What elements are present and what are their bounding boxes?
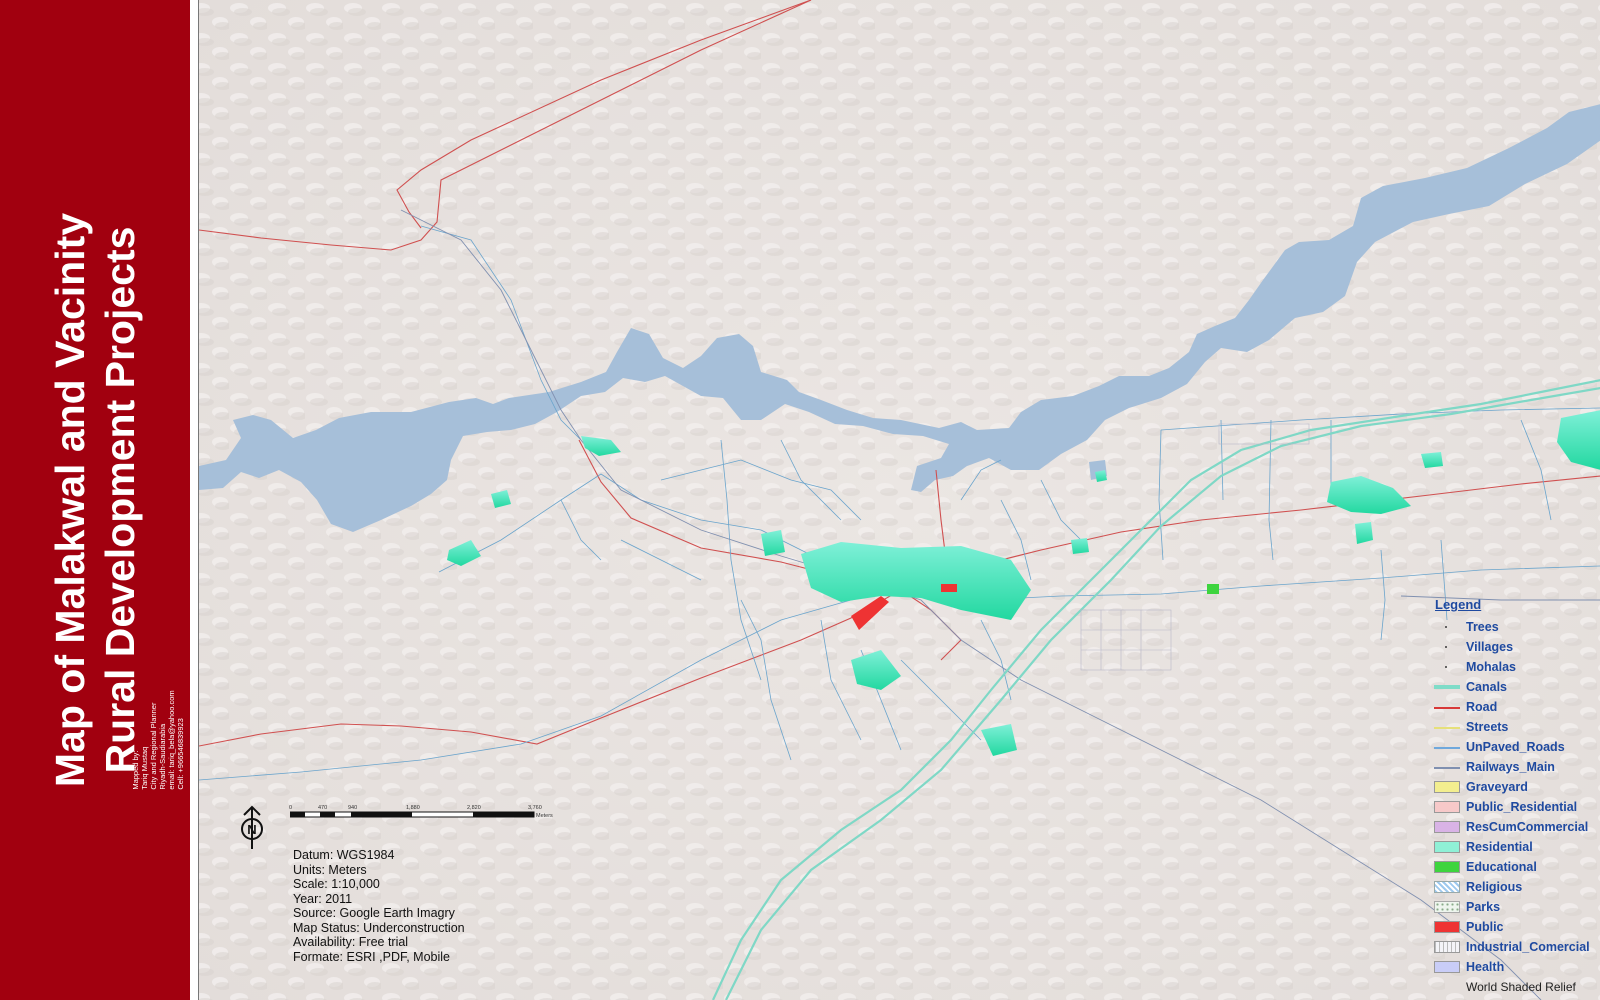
legend-item-streets: Streets xyxy=(1434,717,1600,737)
legend-item-unpaved-roads: UnPaved_Roads xyxy=(1434,737,1600,757)
legend-label: Religious xyxy=(1466,880,1523,894)
legend-item-trees: Trees xyxy=(1434,617,1600,637)
mapper-line: Riyadh-Saudiarabia xyxy=(158,723,167,790)
legend-fill-icon xyxy=(1434,861,1460,873)
info-format: Formate: ESRI ,PDF, Mobile xyxy=(293,949,450,964)
legend-line-icon xyxy=(1434,741,1460,753)
scale-tick-label: 470 xyxy=(318,805,328,811)
mapper-credits: Mapped by: Tariq Mustaq City and Regiona… xyxy=(131,690,185,789)
legend-item-industrial-comercial: Industrial_Comercial xyxy=(1434,937,1600,957)
public-patch xyxy=(941,584,957,592)
legend-label: Industrial_Comercial xyxy=(1466,940,1590,954)
svg-text:N: N xyxy=(247,822,256,837)
north-arrow-icon: N xyxy=(241,805,263,849)
legend-dotted-fill-icon xyxy=(1434,901,1460,913)
residential-patch xyxy=(1071,538,1089,554)
legend-fill-icon xyxy=(1434,921,1460,933)
legend-label: Canals xyxy=(1466,680,1507,694)
mapper-line: Cell: +966546839923 xyxy=(176,718,185,790)
mapper-line: Mapped by: xyxy=(131,750,140,790)
legend-item-mohalas: Mohalas xyxy=(1434,657,1600,677)
legend-item-villages: Villages xyxy=(1434,637,1600,657)
legend-label: Public_Residential xyxy=(1466,800,1578,814)
legend-label: Health xyxy=(1466,960,1505,974)
legend-label: UnPaved_Roads xyxy=(1466,740,1565,754)
panel-divider xyxy=(190,0,198,1000)
legend-label: Road xyxy=(1466,700,1498,714)
legend-item-public: Public xyxy=(1434,917,1600,937)
info-status: Map Status: Underconstruction xyxy=(293,920,465,935)
legend-item-residential: Residential xyxy=(1434,837,1600,857)
relief-icon xyxy=(1434,981,1460,993)
legend-label: Villages xyxy=(1466,640,1514,654)
legend-label: Graveyard xyxy=(1466,780,1528,794)
legend-item-graveyard: Graveyard xyxy=(1434,777,1600,797)
legend-dot-icon xyxy=(1434,621,1460,633)
map-title: Map of Malakwal and Vacinity Rural Devel… xyxy=(45,180,145,820)
mapper-line: Tariq Mustaq xyxy=(140,746,149,790)
legend-fill-icon xyxy=(1434,781,1460,793)
legend-fill-icon xyxy=(1434,821,1460,833)
legend-item-health: Health xyxy=(1434,957,1600,977)
info-availability: Availability: Free trial xyxy=(293,935,409,949)
legend-item-canals: Canals xyxy=(1434,677,1600,697)
info-datum: Datum: WGS1984 xyxy=(293,848,395,862)
info-source: Source: Google Earth Imagry xyxy=(293,906,455,920)
info-year: Year: 2011 xyxy=(293,891,353,906)
legend-label: Railways_Main xyxy=(1466,760,1555,774)
residential-patch xyxy=(1095,470,1107,482)
legend-line-icon xyxy=(1434,761,1460,773)
scale-tick-label: 3,760 xyxy=(528,805,542,811)
legend-label: Mohalas xyxy=(1466,660,1517,674)
scale-tick-label: 2,820 xyxy=(467,805,481,811)
scale-unit-label: Meters xyxy=(536,813,553,819)
legend-label: ResCumCommercial xyxy=(1466,820,1589,834)
map-legend: Legend Trees Villages Mohalas Canals Road Str… xyxy=(1434,597,1600,997)
legend-item-railways-main: Railways_Main xyxy=(1434,757,1600,777)
title-panel: Map of Malakwal and Vacinity Rural Devel… xyxy=(0,0,190,1000)
scale-bar-labels: 0 470 940 1,880 2,820 3,760 Meters xyxy=(289,805,570,823)
legend-label: Streets xyxy=(1466,720,1509,734)
educational-patch xyxy=(1207,584,1219,594)
legend-item-parks: Parks xyxy=(1434,897,1600,917)
info-scale: Scale: 1:10,000 xyxy=(293,877,380,891)
legend-thick-line-icon xyxy=(1434,681,1460,693)
info-units: Units: Meters xyxy=(293,862,367,877)
legend-fill-icon xyxy=(1434,801,1460,813)
map-title-line-1: Map of Malakwal and Vacinity xyxy=(47,212,93,788)
legend-fill-icon xyxy=(1434,841,1460,853)
legend-item-public-residential: Public_Residential xyxy=(1434,797,1600,817)
mapper-line: email: tariq_bela@yahoo.com xyxy=(167,690,176,790)
legend-item-road: Road xyxy=(1434,697,1600,717)
legend-label: Parks xyxy=(1466,900,1501,914)
legend-item-religious: Religious xyxy=(1434,877,1600,897)
scale-tick-label: 1,880 xyxy=(406,805,420,811)
legend-label: Trees xyxy=(1466,620,1499,634)
legend-relief-label: World Shaded Relief xyxy=(1466,980,1576,994)
legend-label: Educational xyxy=(1466,860,1537,874)
map-info-block: Datum: WGS1984 Units: Meters Scale: 1:10… xyxy=(293,848,465,964)
legend-dot-icon xyxy=(1434,641,1460,653)
scale-tick-label: 940 xyxy=(348,805,358,811)
residential-patch xyxy=(761,530,785,556)
legend-line-icon xyxy=(1434,701,1460,713)
legend-line-icon xyxy=(1434,721,1460,733)
educational-layer xyxy=(1207,584,1219,594)
legend-item-educational: Educational xyxy=(1434,857,1600,877)
legend-item-rescumcommercial: ResCumCommercial xyxy=(1434,817,1600,837)
legend-item-relief: World Shaded Relief xyxy=(1434,977,1600,997)
scale-tick-label: 0 xyxy=(289,805,293,811)
legend-label: Public xyxy=(1466,920,1504,934)
mapper-line: City and Regional Planner xyxy=(149,702,158,790)
legend-title: Legend xyxy=(1435,597,1482,612)
legend-grid-icon xyxy=(1434,941,1460,953)
legend-dot-icon xyxy=(1434,661,1460,673)
legend-fill-icon xyxy=(1434,961,1460,973)
legend-hatch-icon xyxy=(1434,881,1460,893)
legend-label: Residential xyxy=(1466,840,1533,854)
